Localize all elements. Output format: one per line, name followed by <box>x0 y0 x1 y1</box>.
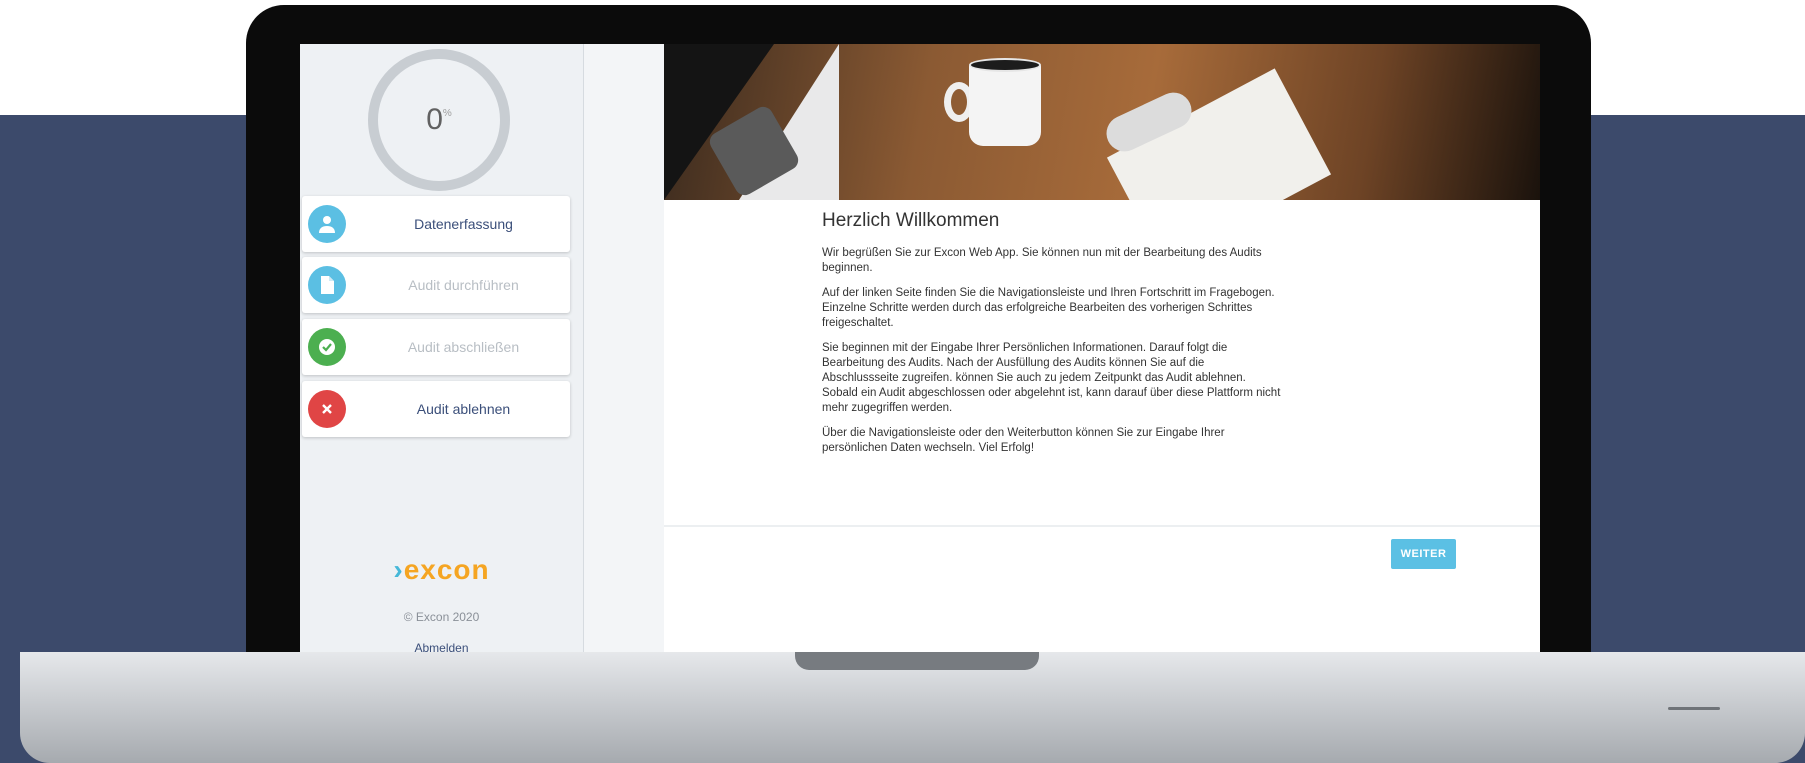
nav-item-label: Audit ablehnen <box>416 401 511 417</box>
paragraph: Wir begrüßen Sie zur Excon Web App. Sie … <box>822 247 1262 274</box>
copyright: © Excon 2020 <box>403 610 480 624</box>
progress-value: 0% <box>426 103 452 136</box>
welcome-text: Herzlich Willkommen Wir begrüßen Sie zur… <box>822 210 1282 466</box>
sidebar: 0% Datenerfassung Audit durchführen Audi… <box>300 44 583 652</box>
sidebar-divider <box>583 44 584 652</box>
excon-logo: ›excon <box>393 554 490 585</box>
paragraph: Über die Navigationsleiste oder den Weit… <box>822 427 1225 454</box>
laptop-indicator <box>1668 707 1720 710</box>
close-icon <box>308 390 346 428</box>
nav-item-audit-durchfuehren[interactable]: Audit durchführen <box>302 257 570 313</box>
footer-divider <box>664 525 1540 527</box>
check-icon <box>308 328 346 366</box>
nav-item-label: Datenerfassung <box>414 216 513 232</box>
nav-item-audit-abschliessen[interactable]: Audit abschließen <box>302 319 570 375</box>
main-content: Herzlich Willkommen Wir begrüßen Sie zur… <box>664 44 1540 652</box>
nav-item-audit-ablehnen[interactable]: Audit ablehnen <box>302 381 570 437</box>
paragraph: Sie beginnen mit der Eingabe Ihrer Persö… <box>822 342 1281 414</box>
paragraph: Auf der linken Seite finden Sie die Navi… <box>822 287 1275 329</box>
app-screen: 0% Datenerfassung Audit durchführen Audi… <box>300 44 1540 652</box>
logout-link[interactable]: Abmelden <box>300 641 583 652</box>
nav-item-label: Audit durchführen <box>408 277 519 293</box>
nav-item-label: Audit abschließen <box>407 339 520 355</box>
progress-ring: 0% <box>368 49 510 191</box>
laptop-notch <box>795 652 1039 670</box>
document-icon <box>308 266 346 304</box>
hero-image <box>664 44 1540 200</box>
next-button[interactable]: WEITER <box>1391 539 1456 569</box>
user-icon <box>308 205 346 243</box>
page-title: Herzlich Willkommen <box>822 210 1000 231</box>
nav-item-datenerfassung[interactable]: Datenerfassung <box>302 196 570 252</box>
